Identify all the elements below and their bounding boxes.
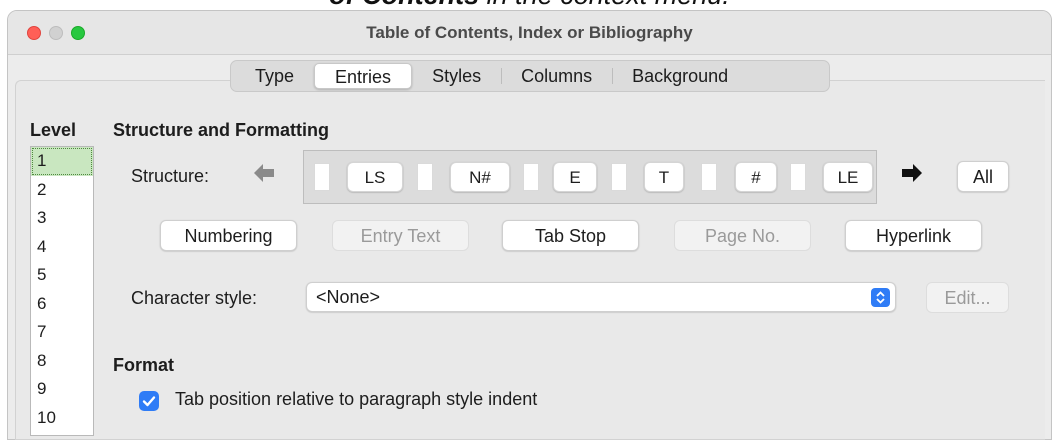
structure-token-entry[interactable]: E — [553, 162, 597, 192]
token-gap[interactable] — [611, 163, 627, 191]
structure-token-ls[interactable]: LS — [347, 162, 403, 192]
level-item-5[interactable]: 5 — [31, 261, 93, 290]
token-gap[interactable] — [701, 163, 717, 191]
caption-bold: of Contents — [329, 0, 479, 10]
character-style-label: Character style: — [131, 288, 258, 308]
level-item-9[interactable]: 9 — [31, 375, 93, 404]
level-item-1[interactable]: 1 — [31, 147, 93, 176]
tab-columns[interactable]: Columns — [501, 63, 612, 89]
character-style-select[interactable]: <None> — [306, 282, 896, 312]
level-item-8[interactable]: 8 — [31, 347, 93, 376]
structure-token-number[interactable]: N# — [450, 162, 510, 192]
tab-position-label[interactable]: Tab position relative to paragraph style… — [175, 389, 537, 410]
token-gap[interactable] — [417, 163, 433, 191]
structure-label: Structure: — [131, 166, 210, 186]
level-item-7[interactable]: 7 — [31, 318, 93, 347]
level-item-2[interactable]: 2 — [31, 176, 93, 205]
structure-token-page[interactable]: # — [735, 162, 777, 192]
tab-bar: Type Entries Styles Columns Background — [230, 60, 830, 92]
tab-entries[interactable]: Entries — [314, 63, 413, 89]
tab-stop-button[interactable]: Tab Stop — [502, 220, 639, 251]
token-gap[interactable] — [314, 163, 330, 191]
caption-text: in the context menu. — [479, 0, 730, 10]
format-heading: Format — [113, 355, 175, 375]
numbering-button[interactable]: Numbering — [160, 220, 297, 251]
title-bar: Table of Contents, Index or Bibliography — [8, 11, 1051, 55]
document-caption: of Contents in the context menu. — [0, 0, 1059, 10]
arrow-right-icon[interactable] — [898, 162, 926, 189]
level-list[interactable]: 1 2 3 4 5 6 7 8 9 10 — [30, 146, 94, 436]
structure-formatting-heading: Structure and Formatting — [113, 120, 330, 140]
level-item-4[interactable]: 4 — [31, 233, 93, 262]
up-down-stepper-icon — [871, 288, 890, 307]
arrow-left-icon[interactable] — [250, 162, 278, 189]
tab-position-checkbox[interactable] — [139, 391, 159, 411]
level-label: Level — [30, 120, 77, 140]
all-button[interactable]: All — [957, 161, 1009, 192]
edit-button[interactable]: Edit... — [926, 282, 1009, 313]
level-item-10[interactable]: 10 — [31, 404, 93, 433]
character-style-value: <None> — [316, 287, 381, 307]
page-number-button[interactable]: Page No. — [674, 220, 811, 251]
tab-type[interactable]: Type — [235, 63, 314, 89]
token-gap[interactable] — [523, 163, 539, 191]
token-gap[interactable] — [790, 163, 806, 191]
structure-token-tab[interactable]: T — [644, 162, 684, 192]
window-title: Table of Contents, Index or Bibliography — [366, 23, 693, 42]
level-item-3[interactable]: 3 — [31, 204, 93, 233]
tab-styles[interactable]: Styles — [412, 63, 501, 89]
structure-token-le[interactable]: LE — [823, 162, 873, 192]
tab-background[interactable]: Background — [612, 63, 748, 89]
entry-text-button[interactable]: Entry Text — [332, 220, 469, 251]
checkmark-icon — [142, 396, 156, 407]
hyperlink-button[interactable]: Hyperlink — [845, 220, 982, 251]
level-item-6[interactable]: 6 — [31, 290, 93, 319]
